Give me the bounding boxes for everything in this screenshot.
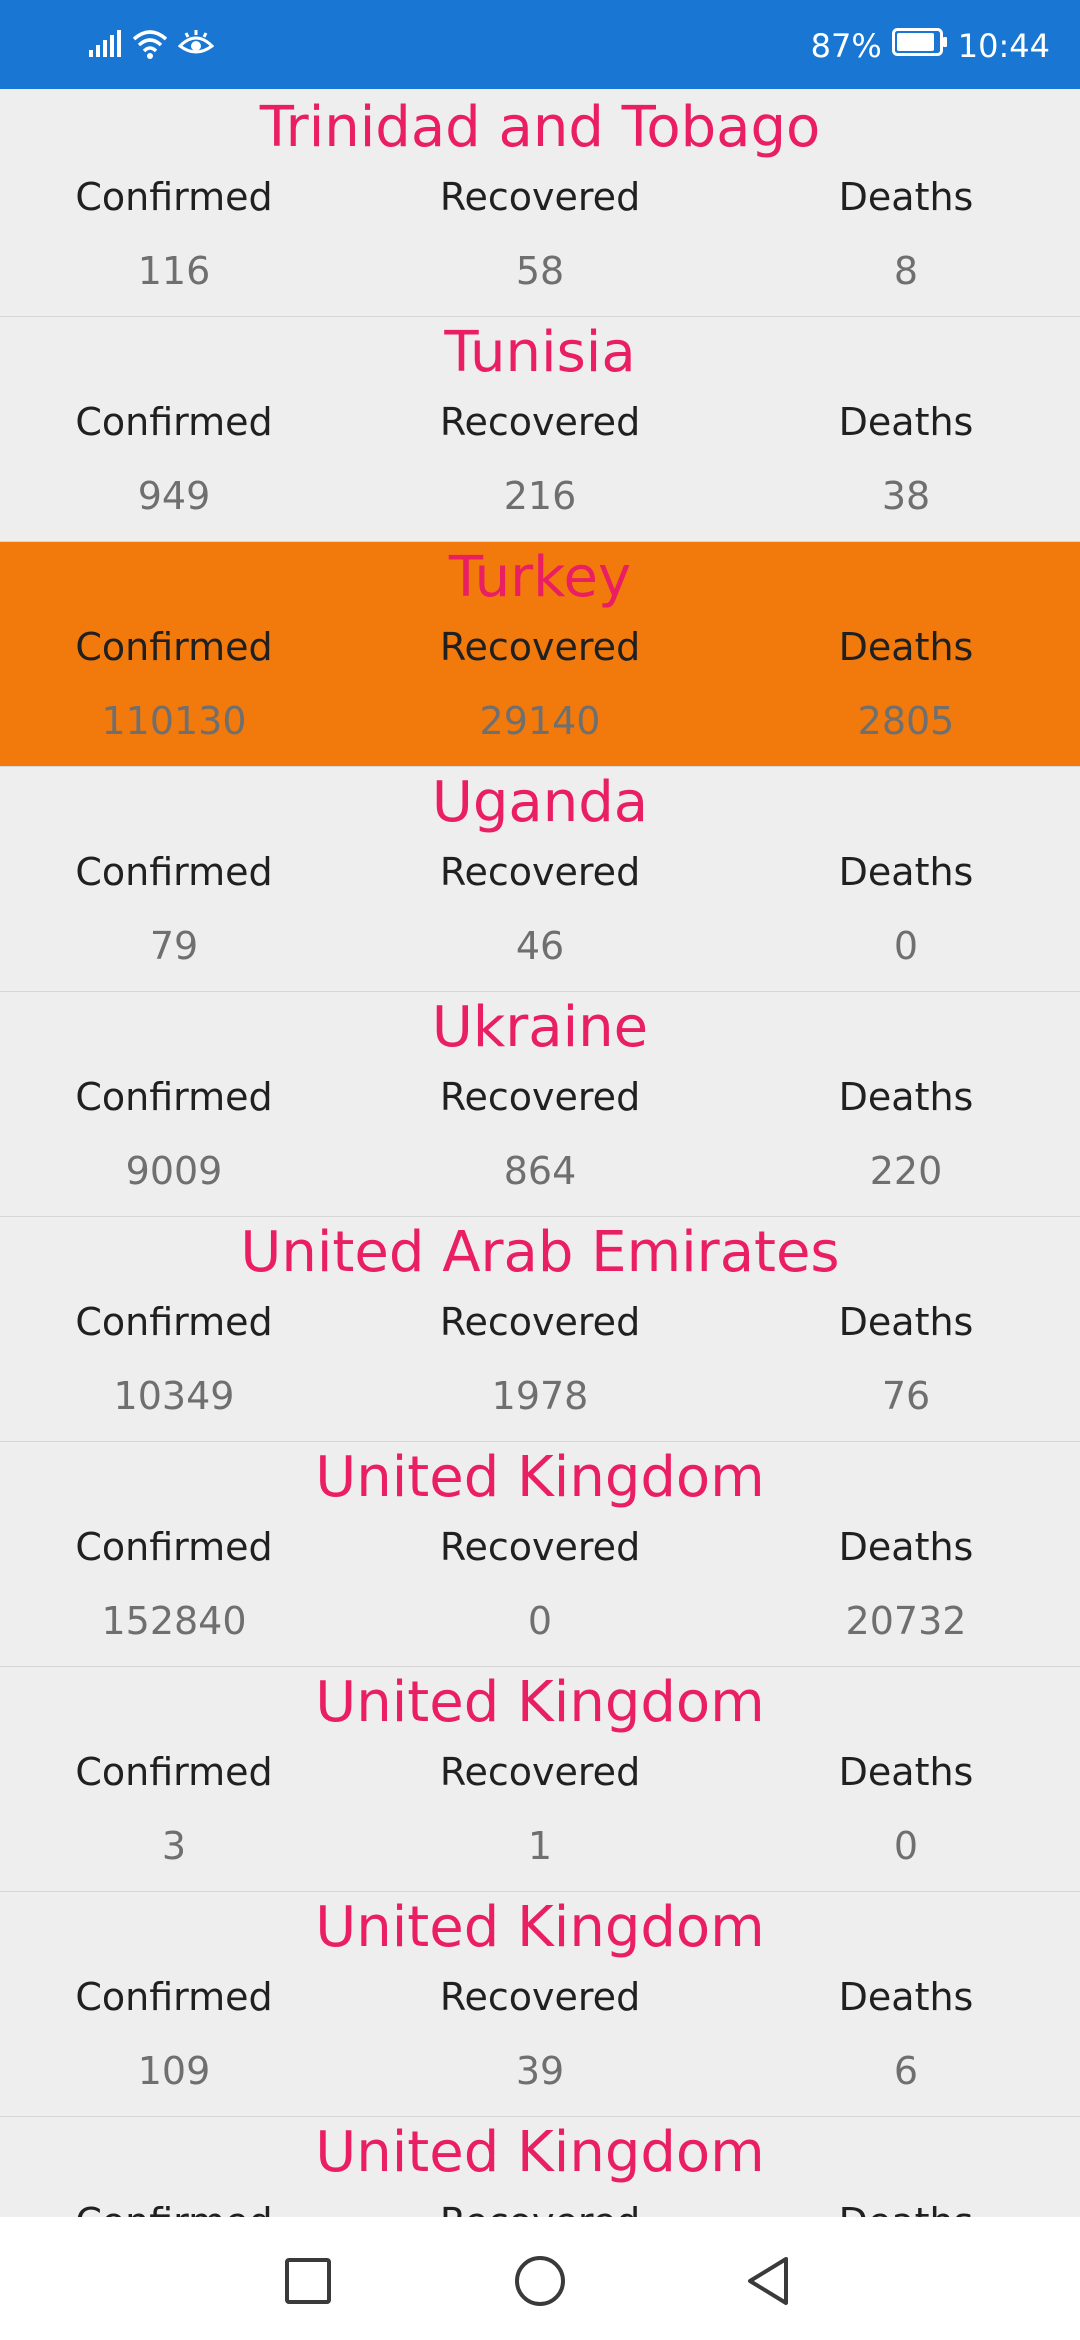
confirmed-value: 152840 [101,1599,247,1643]
country-name: Turkey [448,545,632,610]
confirmed-label: Confirmed [75,175,273,219]
deaths-label: Deaths [756,2203,1056,2217]
recovered-value: 216 [503,474,577,518]
confirmed-label: Confirmed [75,625,273,669]
recovered-label: Recovered [390,2203,690,2217]
recovered-label: Recovered [439,1750,641,1794]
recovered-value: 0 [527,1599,553,1643]
deaths-value: 0 [893,1824,919,1868]
list-item[interactable]: Tunisia Confirmed Recovered Deaths 949 2… [0,317,1080,542]
list-item-selected[interactable]: Turkey Confirmed Recovered Deaths 110130… [0,542,1080,767]
recovered-label: Recovered [439,1525,641,1569]
deaths-label: Deaths [838,1525,974,1569]
deaths-label: Deaths [838,1750,974,1794]
country-name: Tunisia [444,320,636,385]
country-name: Ukraine [431,995,649,1060]
deaths-label: Deaths [838,625,974,669]
home-icon[interactable] [508,2249,572,2313]
list-item[interactable]: United Kingdom Confirmed Recovered Death… [0,1667,1080,1892]
recovered-value: 864 [503,1149,577,1193]
deaths-value: 220 [869,1149,943,1193]
deaths-value: 76 [881,1374,931,1418]
country-name: United Kingdom [315,1670,765,1735]
list-item[interactable]: United Kingdom Confirmed Recovered Death… [0,2117,1080,2217]
confirmed-value: 110130 [101,699,247,743]
deaths-value: 2805 [857,699,955,743]
confirmed-value: 10349 [113,1374,235,1418]
recovered-label: Recovered [439,1300,641,1344]
recovered-label: Recovered [439,400,641,444]
country-name: Uganda [431,770,649,835]
recovered-label: Recovered [439,1075,641,1119]
confirmed-label: Confirmed [75,1075,273,1119]
confirmed-label: Confirmed [75,1750,273,1794]
deaths-label: Deaths [838,850,974,894]
list-item[interactable]: United Kingdom Confirmed Recovered Death… [0,1442,1080,1667]
country-name: United Arab Emirates [240,1220,840,1285]
country-name: United Kingdom [315,1895,765,1960]
list-item[interactable]: Trinidad and Tobago Confirmed Recovered … [0,92,1080,317]
deaths-label: Deaths [838,400,974,444]
navigation-bar [0,2217,1080,2340]
country-name: United Kingdom [315,1445,765,1510]
confirmed-value: 949 [137,474,211,518]
deaths-label: Deaths [838,1075,974,1119]
deaths-value: 8 [893,249,919,293]
country-list[interactable]: Trinidad and Tobago Confirmed Recovered … [0,92,1080,2217]
battery-percent: 87% [810,27,882,65]
list-item[interactable]: Uganda Confirmed Recovered Deaths 79 46 … [0,767,1080,992]
list-item[interactable]: United Kingdom Confirmed Recovered Death… [0,1892,1080,2117]
wifi-icon [132,29,168,63]
confirmed-label: Confirmed [75,400,273,444]
status-icons-right: 87% 10:44 [811,24,1050,68]
list-item[interactable]: United Arab Emirates Confirmed Recovered… [0,1217,1080,1442]
recovered-value: 29140 [479,699,601,743]
confirmed-label: Confirmed [75,1300,273,1344]
recovered-value: 1 [527,1824,553,1868]
confirmed-value: 109 [137,2049,211,2093]
deaths-value: 0 [893,924,919,968]
status-icons-left [88,26,215,66]
confirmed-value: 9009 [125,1149,223,1193]
confirmed-value: 116 [137,249,211,293]
recovered-value: 58 [515,249,565,293]
deaths-label: Deaths [838,175,974,219]
confirmed-label: Confirmed [75,1975,273,2019]
deaths-value: 38 [881,474,931,518]
recent-apps-icon[interactable] [276,2249,340,2313]
deaths-label: Deaths [838,1975,974,2019]
confirmed-label: Confirmed [75,1525,273,1569]
deaths-value: 20732 [845,1599,967,1643]
recovered-value: 1978 [491,1374,589,1418]
confirmed-value: 79 [149,924,199,968]
status-bar: 87% 10:44 [0,0,1080,89]
recovered-label: Recovered [439,1975,641,2019]
signal-icon [88,30,122,62]
clock: 10:44 [957,27,1050,65]
recovered-label: Recovered [439,175,641,219]
recovered-label: Recovered [439,850,641,894]
deaths-value: 6 [893,2049,919,2093]
recovered-value: 46 [515,924,565,968]
confirmed-label: Confirmed [24,2203,324,2217]
confirmed-value: 3 [161,1824,187,1868]
eye-comfort-icon [177,30,215,62]
back-icon[interactable] [736,2249,800,2313]
recovered-label: Recovered [439,625,641,669]
country-name: Trinidad and Tobago [259,95,821,160]
deaths-label: Deaths [838,1300,974,1344]
confirmed-label: Confirmed [75,850,273,894]
list-item[interactable]: Ukraine Confirmed Recovered Deaths 9009 … [0,992,1080,1217]
recovered-value: 39 [515,2049,565,2093]
country-name: United Kingdom [315,2120,765,2185]
battery-icon [891,27,948,65]
